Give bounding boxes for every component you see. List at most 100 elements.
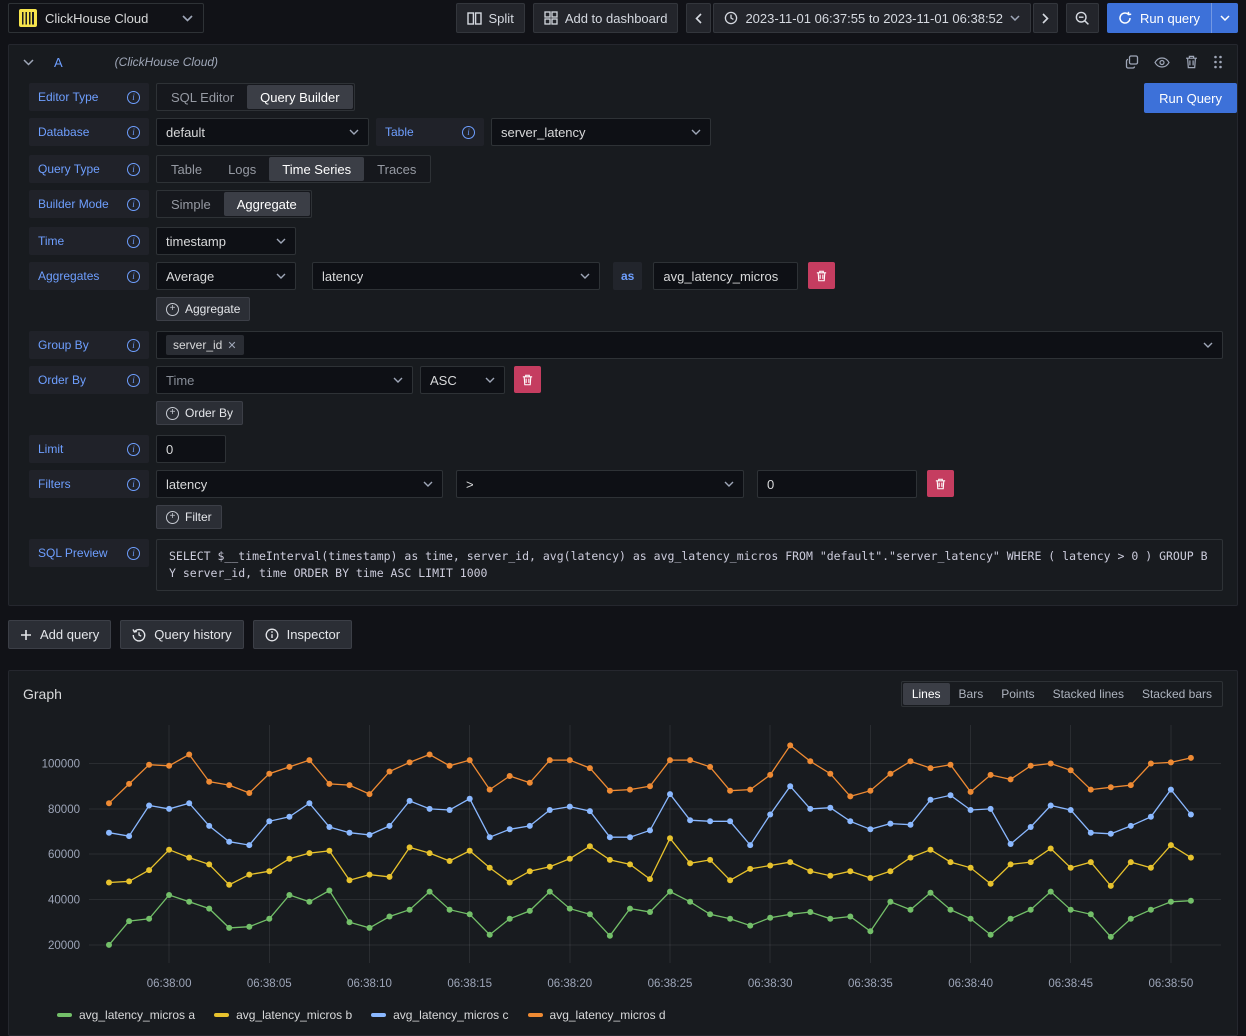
drag-handle-icon[interactable] [1213,55,1223,69]
filter-operator-select[interactable]: > [456,470,744,498]
svg-text:06:38:00: 06:38:00 [147,978,192,990]
zoom-out-icon [1075,11,1090,26]
top-toolbar: ClickHouse Cloud Split Add to dashboard … [0,0,1246,36]
clickhouse-logo-icon [19,9,37,27]
query-type-option-logs[interactable]: Logs [215,157,269,181]
legend-item[interactable]: avg_latency_micros c [371,1008,508,1022]
panel-run-query-button[interactable]: Run Query [1144,83,1237,113]
add-filter-button[interactable]: + Filter [156,505,222,529]
order-by-field-select[interactable]: Time [156,366,413,394]
chevron-down-icon [393,377,403,383]
trash-icon [935,478,946,490]
trash-icon [1185,55,1198,69]
remove-tag-icon[interactable]: ✕ [227,339,236,352]
query-type-option-traces[interactable]: Traces [364,157,429,181]
graph-style-stacked-bars[interactable]: Stacked bars [1133,683,1221,705]
time-range-picker[interactable]: 2023-11-01 06:37:55 to 2023-11-01 06:38:… [713,3,1031,33]
query-type-option-table[interactable]: Table [158,157,215,181]
add-aggregate-button[interactable]: + Aggregate [156,297,250,321]
explore-footer: Add query Query history Inspector [8,620,1238,649]
query-history-button[interactable]: Query history [120,620,243,649]
run-query-button[interactable]: Run query [1107,3,1211,33]
duplicate-query-button[interactable] [1125,55,1139,69]
add-order-by-button[interactable]: + Order By [156,401,243,425]
legend-swatch-icon [371,1013,386,1017]
circle-plus-icon: + [166,511,179,524]
order-by-label: Order Byi [29,366,149,394]
add-query-button[interactable]: Add query [8,620,111,649]
refresh-icon [1118,11,1132,25]
svg-text:06:38:35: 06:38:35 [848,978,893,990]
aggregate-function-select[interactable]: Average [156,262,296,290]
chevron-down-icon [276,273,286,279]
svg-text:06:38:40: 06:38:40 [948,978,993,990]
info-icon: i [127,126,140,139]
info-icon: i [127,163,140,176]
builder-mode-option-simple[interactable]: Simple [158,192,224,216]
legend-item[interactable]: avg_latency_micros a [57,1008,195,1022]
aggregates-label: Aggregatesi [29,262,149,290]
inspector-button[interactable]: Inspector [253,620,352,649]
group-by-multiselect[interactable]: server_id ✕ [156,331,1223,359]
datasource-picker[interactable]: ClickHouse Cloud [8,3,204,33]
legend-item[interactable]: avg_latency_micros d [528,1008,666,1022]
time-column-label: Timei [29,227,149,255]
filters-label: Filtersi [29,470,149,498]
graph-style-stacked-lines[interactable]: Stacked lines [1044,683,1133,705]
remove-query-button[interactable] [1185,55,1198,69]
graph-style-toggle: Lines Bars Points Stacked lines Stacked … [901,681,1223,707]
svg-text:40000: 40000 [48,895,80,907]
aggregate-column-select[interactable]: latency [312,262,600,290]
table-label: Tablei [376,118,484,146]
builder-mode-option-aggregate[interactable]: Aggregate [224,192,310,216]
query-row-header[interactable]: A (ClickHouse Cloud) [9,45,1237,79]
builder-mode-toggle: Simple Aggregate [156,190,312,218]
aggregate-alias-input[interactable]: avg_latency_micros [653,262,798,290]
zoom-out-button[interactable] [1066,3,1099,33]
remove-order-by-button[interactable] [514,366,541,393]
time-range-back-button[interactable] [686,3,711,33]
graph-style-lines[interactable]: Lines [903,683,950,705]
run-query-split-button: Run query [1107,3,1238,33]
editor-type-option-sql-editor[interactable]: SQL Editor [158,85,247,109]
time-column-select[interactable]: timestamp [156,227,296,255]
filter-field-select[interactable]: latency [156,470,443,498]
time-range-label: 2023-11-01 06:37:55 to 2023-11-01 06:38:… [745,11,1003,26]
order-by-direction-select[interactable]: ASC [420,366,505,394]
chart-plot-area[interactable]: 06:38:0006:38:0506:38:1006:38:1506:38:20… [19,715,1227,1007]
chevron-down-icon [1203,342,1213,348]
chevron-down-icon [485,377,495,383]
svg-text:80000: 80000 [48,804,80,816]
graph-style-points[interactable]: Points [992,683,1043,705]
legend-label: avg_latency_micros c [393,1008,508,1022]
graph-style-bars[interactable]: Bars [950,683,993,705]
circle-plus-icon: + [166,407,179,420]
run-query-options-button[interactable] [1211,3,1238,33]
inspector-info-icon [265,628,279,642]
chevron-down-icon [1010,15,1020,21]
editor-type-option-query-builder[interactable]: Query Builder [247,85,352,109]
split-button[interactable]: Split [456,3,525,33]
timeseries-chart[interactable]: 06:38:0006:38:0506:38:1006:38:1506:38:20… [9,709,1237,1022]
hide-query-button[interactable] [1154,57,1170,68]
info-icon: i [127,547,140,560]
remove-filter-button[interactable] [927,470,954,497]
filter-value-input[interactable]: 0 [757,470,917,498]
limit-label: Limiti [29,435,149,463]
database-select[interactable]: default [156,118,369,146]
split-icon [467,12,482,25]
time-range-forward-button[interactable] [1033,3,1058,33]
collapse-chevron-icon[interactable] [23,59,34,66]
limit-input[interactable]: 0 [156,435,226,463]
add-to-dashboard-button[interactable]: Add to dashboard [533,3,679,33]
legend-item[interactable]: avg_latency_micros b [214,1008,352,1022]
query-type-option-time-series[interactable]: Time Series [269,157,364,181]
chevron-down-icon [423,481,433,487]
trash-icon [522,374,533,386]
table-select[interactable]: server_latency [491,118,711,146]
copy-icon [1125,55,1139,69]
add-to-dashboard-icon [544,11,558,25]
svg-text:06:38:20: 06:38:20 [547,978,592,990]
remove-aggregate-button[interactable] [808,262,835,289]
legend-swatch-icon [528,1013,543,1017]
